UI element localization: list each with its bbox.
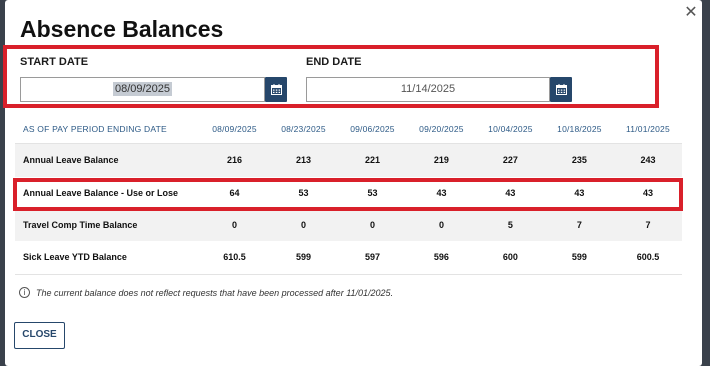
table-row: Sick Leave YTD Balance 610.5 599 597 596…: [15, 241, 682, 275]
table-row: Annual Leave Balance - Use or Lose 64 53…: [15, 177, 682, 209]
close-icon[interactable]: ✕: [682, 4, 700, 22]
column-header-period: AS OF PAY PERIOD ENDING DATE: [23, 123, 167, 134]
table-cell: 235: [544, 142, 614, 177]
table-cell: 599: [544, 241, 614, 275]
row-label: Annual Leave Balance: [15, 142, 200, 177]
column-header-date: 08/23/2025: [281, 123, 326, 134]
table-cell: 221: [337, 142, 407, 177]
start-date-calendar-button[interactable]: [265, 77, 287, 102]
table-cell: 7: [613, 209, 682, 241]
dialog-title: Absence Balances: [20, 16, 224, 42]
column-header-date: 09/20/2025: [419, 123, 464, 134]
table-cell: 0: [268, 209, 338, 241]
calendar-icon: [270, 84, 282, 95]
column-header-date: 10/04/2025: [488, 123, 533, 134]
row-label: Travel Comp Time Balance: [15, 209, 200, 241]
table-cell: 600: [475, 241, 545, 275]
end-date-input[interactable]: 11/14/2025: [306, 77, 550, 102]
row-label: Annual Leave Balance - Use or Lose: [15, 177, 200, 209]
table-cell: 216: [200, 142, 269, 177]
table-cell: 213: [268, 142, 338, 177]
table-row: Travel Comp Time Balance 0 0 0 0 5 7 7: [15, 209, 682, 241]
table-cell: 43: [544, 177, 614, 209]
table-header-row: AS OF PAY PERIOD ENDING DATE 08/09/2025 …: [15, 115, 682, 143]
table-cell: 0: [200, 209, 269, 241]
column-header-date: 08/09/2025: [212, 123, 257, 134]
table-cell: 43: [613, 177, 682, 209]
row-label: Sick Leave YTD Balance: [15, 241, 200, 275]
table-cell: 597: [337, 241, 407, 275]
close-button[interactable]: CLOSE: [14, 322, 65, 349]
balances-table: AS OF PAY PERIOD ENDING DATE 08/09/2025 …: [15, 115, 682, 275]
end-date-calendar-button[interactable]: [550, 77, 572, 102]
table-cell: 53: [268, 177, 338, 209]
table-cell: 599: [268, 241, 338, 275]
start-date-value: 08/09/2025: [112, 82, 173, 96]
table-cell: 596: [406, 241, 476, 275]
table-cell: 0: [406, 209, 476, 241]
table-cell: 243: [613, 142, 682, 177]
column-header-date: 10/18/2025: [557, 123, 602, 134]
column-header-date: 11/01/2025: [625, 123, 670, 134]
calendar-icon: [555, 84, 567, 95]
table-cell: 600.5: [613, 241, 682, 275]
table-cell: 7: [544, 209, 614, 241]
table-cell: 610.5: [200, 241, 269, 275]
table-cell: 219: [406, 142, 476, 177]
table-row: Annual Leave Balance 216 213 221 219 227…: [15, 142, 682, 177]
table-cell: 5: [475, 209, 545, 241]
table-cell: 227: [475, 142, 545, 177]
info-note: i The current balance does not reflect r…: [19, 287, 393, 298]
table-cell: 43: [406, 177, 476, 209]
table-cell: 64: [200, 177, 269, 209]
column-header-date: 09/06/2025: [350, 123, 395, 134]
table-cell: 43: [475, 177, 545, 209]
info-icon: i: [19, 287, 30, 298]
backdrop-right: [702, 0, 710, 366]
table-cell: 53: [337, 177, 407, 209]
table-cell: 0: [337, 209, 407, 241]
start-date-label: START DATE: [20, 56, 89, 68]
start-date-input[interactable]: 08/09/2025: [20, 77, 265, 102]
info-text: The current balance does not reflect req…: [36, 287, 394, 298]
end-date-value: 11/14/2025: [400, 83, 456, 95]
end-date-label: END DATE: [306, 56, 362, 68]
